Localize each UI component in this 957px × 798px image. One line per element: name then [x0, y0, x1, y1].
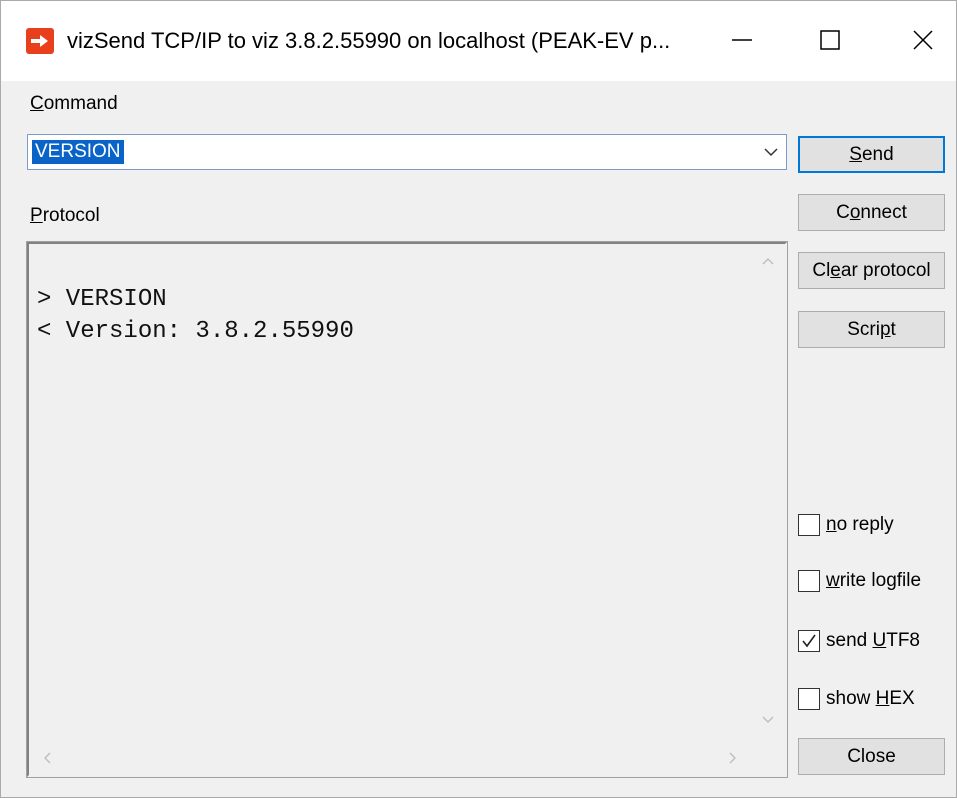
close-button[interactable]: Close [798, 738, 945, 775]
write-logfile-checkbox[interactable]: write logfile [798, 568, 921, 594]
checkbox-box[interactable] [798, 570, 820, 592]
show-hex-checkbox[interactable]: show HEX [798, 686, 915, 712]
clear-protocol-button[interactable]: Clear protocol [798, 252, 945, 289]
maximize-button[interactable] [802, 19, 858, 61]
send-button[interactable]: Send [798, 136, 945, 173]
scroll-down-icon[interactable] [762, 716, 774, 724]
close-icon [913, 30, 933, 50]
window-title: vizSend TCP/IP to viz 3.8.2.55990 on loc… [67, 28, 671, 53]
checkbox-box[interactable] [798, 514, 820, 536]
checkbox-box[interactable] [798, 630, 820, 652]
vertical-scrollbar[interactable] [751, 244, 785, 741]
minimize-button[interactable] [714, 19, 770, 61]
scroll-up-icon[interactable] [762, 257, 774, 265]
checkbox-box[interactable] [798, 688, 820, 710]
scrollbar-corner [751, 741, 785, 775]
checkbox-label: no reply [826, 514, 894, 535]
vizsend-window: vizSend TCP/IP to viz 3.8.2.55990 on loc… [0, 0, 957, 798]
protocol-label: Protocol [30, 205, 100, 226]
protocol-line: > VERSION [37, 286, 167, 313]
command-label: Command [30, 93, 118, 114]
title-bar: vizSend TCP/IP to viz 3.8.2.55990 on loc… [1, 1, 956, 81]
vizsend-arrow-icon [26, 28, 54, 54]
checkbox-label: show HEX [826, 688, 915, 709]
protocol-textarea[interactable]: > VERSION < Version: 3.8.2.55990 [26, 241, 788, 778]
chevron-down-icon[interactable] [764, 145, 778, 159]
scroll-right-icon[interactable] [729, 752, 737, 764]
command-combobox[interactable]: VERSION [27, 134, 787, 170]
checkmark-icon [802, 634, 816, 648]
checkbox-label: send UTF8 [826, 630, 920, 651]
checkbox-label: write logfile [826, 570, 922, 591]
no-reply-checkbox[interactable]: no reply [798, 512, 894, 538]
protocol-text: > VERSION < Version: 3.8.2.55990 [37, 284, 354, 348]
script-button[interactable]: Script [798, 311, 945, 348]
command-input-value[interactable]: VERSION [32, 140, 124, 164]
minimize-icon [732, 39, 752, 41]
send-utf8-checkbox[interactable]: send UTF8 [798, 628, 920, 654]
maximize-icon [820, 30, 840, 50]
close-window-button[interactable] [895, 19, 951, 61]
protocol-line: < Version: 3.8.2.55990 [37, 318, 354, 345]
connect-button[interactable]: Connect [798, 194, 945, 231]
scroll-left-icon[interactable] [43, 752, 51, 764]
horizontal-scrollbar[interactable] [29, 741, 753, 775]
